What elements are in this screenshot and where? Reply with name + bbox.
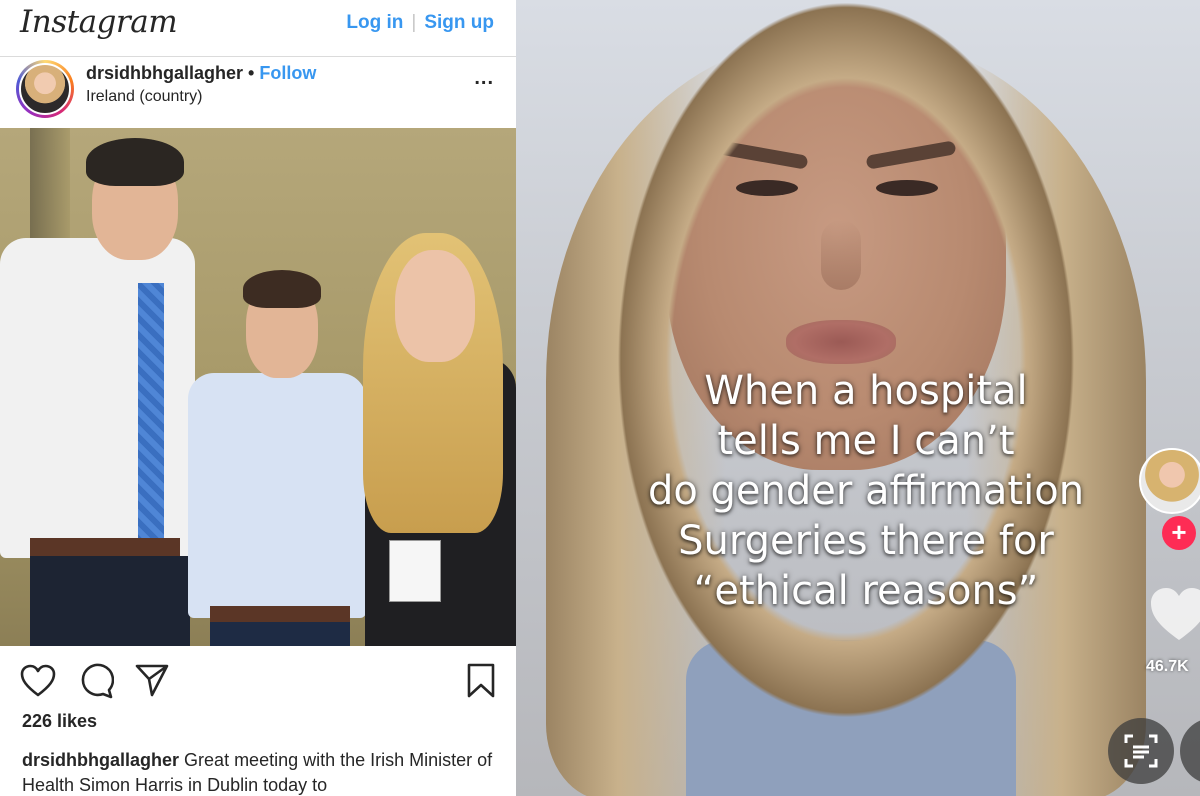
post-actions-bar bbox=[0, 652, 516, 702]
overlay-line: do gender affirmation bbox=[647, 468, 1085, 514]
author-avatar[interactable] bbox=[19, 63, 71, 115]
follow-button[interactable]: Follow bbox=[259, 63, 316, 83]
login-link[interactable]: Log in bbox=[346, 12, 403, 33]
more-options-button[interactable]: ... bbox=[474, 67, 494, 90]
signup-link[interactable]: Sign up bbox=[424, 12, 494, 33]
like-heart-icon[interactable] bbox=[20, 664, 56, 698]
save-bookmark-icon[interactable] bbox=[466, 663, 496, 699]
tiktok-video-panel[interactable]: When a hospital tells me I can’t do gend… bbox=[516, 0, 1200, 796]
photo-lanyard-badge bbox=[389, 540, 441, 602]
author-line: drsidhbhgallagher • Follow bbox=[86, 63, 316, 84]
photo-hair-center bbox=[243, 270, 321, 308]
photo-head-right bbox=[395, 250, 475, 362]
comment-bubble-icon[interactable] bbox=[78, 663, 114, 699]
photo-tie bbox=[138, 283, 164, 551]
author-username[interactable]: drsidhbhgallagher bbox=[86, 63, 243, 83]
overlay-line: Surgeries there for bbox=[678, 518, 1054, 564]
likes-count[interactable]: 226 likes bbox=[22, 711, 97, 732]
share-paper-plane-icon[interactable] bbox=[134, 662, 170, 698]
photo-person-right bbox=[355, 128, 516, 646]
author-dot: • bbox=[248, 63, 255, 83]
auth-separator: | bbox=[411, 12, 417, 33]
photo-person-left bbox=[0, 128, 200, 646]
video-caption-overlay: When a hospital tells me I can’t do gend… bbox=[606, 366, 1126, 616]
photo-hair-left bbox=[86, 138, 184, 186]
scan-text-button[interactable] bbox=[1108, 718, 1174, 784]
post-caption: drsidhbhgallagher Great meeting with the… bbox=[22, 748, 512, 796]
caption-username[interactable]: drsidhbhgallagher bbox=[22, 750, 179, 770]
photo-trousers-center bbox=[210, 622, 350, 646]
photo-person-center bbox=[188, 128, 368, 646]
post-location[interactable]: Ireland (country) bbox=[86, 88, 203, 106]
instagram-header: Instagram Log in | Sign up bbox=[0, 0, 516, 57]
post-photo[interactable] bbox=[0, 128, 516, 646]
instagram-logo[interactable]: Instagram bbox=[20, 4, 178, 40]
author-avatar-ring[interactable] bbox=[16, 60, 74, 118]
photo-shirt-left bbox=[0, 238, 195, 558]
follow-plus-button[interactable]: + bbox=[1162, 516, 1196, 550]
photo-trousers-left bbox=[30, 556, 190, 646]
photo-belt-left bbox=[30, 538, 180, 556]
post-author-row: drsidhbhgallagher • Follow Ireland (countr… bbox=[0, 57, 516, 125]
overlay-line: When a hospital bbox=[704, 368, 1028, 414]
auth-links: Log in | Sign up bbox=[346, 12, 494, 34]
scan-text-icon bbox=[1124, 734, 1158, 768]
creator-avatar[interactable] bbox=[1139, 448, 1200, 514]
like-count: 46.7K bbox=[1146, 658, 1189, 675]
heart-icon[interactable] bbox=[1148, 585, 1200, 643]
instagram-post-panel: Instagram Log in | Sign up drsidhbhgallagh… bbox=[0, 0, 516, 796]
photo-shirt-center bbox=[188, 373, 366, 618]
photo-belt-center bbox=[210, 606, 350, 622]
overlay-line: “ethical reasons” bbox=[693, 568, 1039, 614]
overlay-line: tells me I can’t bbox=[717, 418, 1015, 464]
